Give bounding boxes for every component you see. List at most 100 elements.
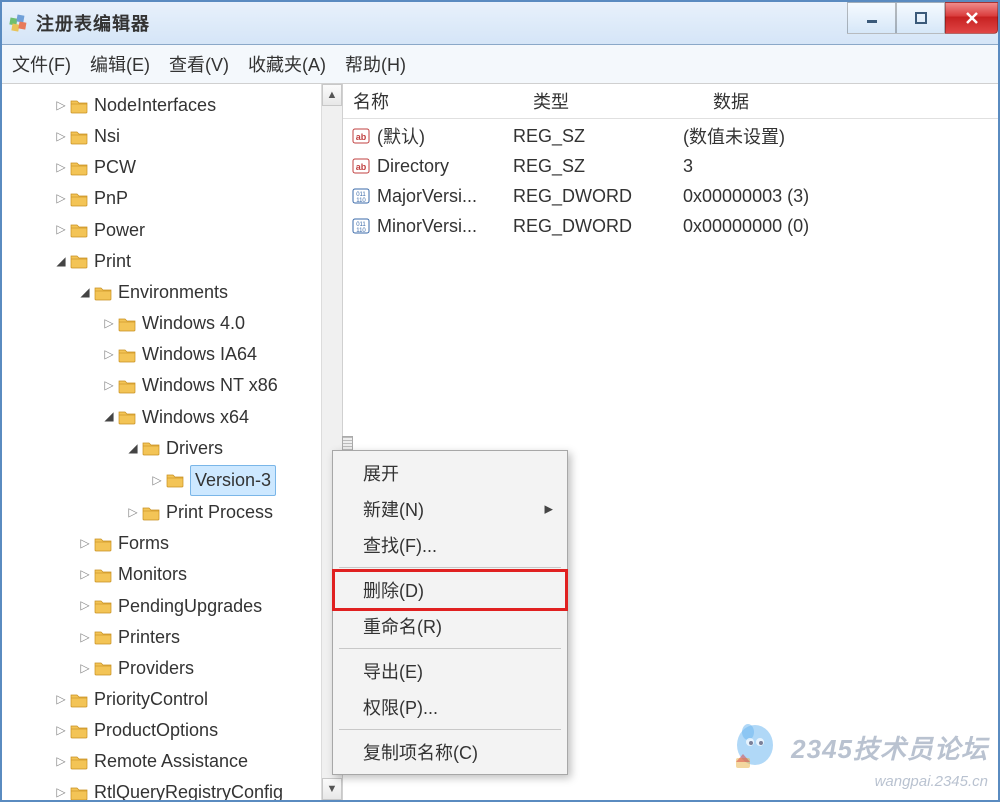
tree-pane[interactable]: ▷NodeInterfaces▷Nsi▷PCW▷PnP▷Power◢Print◢… — [2, 84, 343, 800]
tree-item-label: Monitors — [118, 560, 187, 589]
tree-item-label: Print — [94, 247, 131, 276]
expand-icon[interactable]: ▷ — [54, 158, 68, 177]
cm-copy-key-name[interactable]: 复制项名称(C) — [335, 734, 565, 770]
tree-item[interactable]: ◢Drivers — [6, 433, 342, 464]
maximize-button[interactable] — [896, 2, 945, 34]
value-row[interactable]: 011110MinorVersi...REG_DWORD0x00000000 (… — [343, 211, 998, 241]
tree-item-label: RtlQueryRegistryConfig — [94, 778, 283, 800]
cm-export[interactable]: 导出(E) — [335, 653, 565, 689]
tree-item[interactable]: ▷PnP — [6, 183, 342, 214]
tree-item[interactable]: ▷ Forms — [6, 528, 342, 559]
tree-item[interactable]: ▷Windows IA64 — [6, 339, 342, 370]
value-row[interactable]: ab(默认)REG_SZ(数值未设置) — [343, 121, 998, 151]
expand-icon[interactable]: ▷ — [54, 752, 68, 771]
tree-item[interactable]: ▷NodeInterfaces — [6, 90, 342, 121]
minimize-button[interactable] — [847, 2, 896, 34]
expand-icon[interactable]: ▷ — [126, 503, 140, 522]
list-header[interactable]: 名称 类型 数据 — [343, 84, 998, 119]
tree-item-label: Windows 4.0 — [142, 309, 245, 338]
tree-item-label: Power — [94, 216, 145, 245]
caption-buttons — [847, 2, 998, 38]
menu-file[interactable]: 文件(F) — [12, 55, 71, 75]
collapse-icon[interactable]: ◢ — [102, 407, 116, 426]
dword-value-icon: 011110 — [351, 186, 371, 206]
expand-icon[interactable]: ▷ — [102, 314, 116, 333]
tree-item[interactable]: ▷Windows NT x86 — [6, 370, 342, 401]
tree-item[interactable]: ▷ Print Process — [6, 497, 342, 528]
expand-icon[interactable]: ▷ — [78, 534, 92, 553]
col-data[interactable]: 数据 — [703, 88, 998, 114]
expand-icon[interactable]: ▷ — [54, 783, 68, 800]
tree-item[interactable]: ▷PriorityControl — [6, 684, 342, 715]
expand-icon[interactable]: ▷ — [54, 690, 68, 709]
tree-item[interactable]: ▷ Windows 4.0 — [6, 308, 342, 339]
cm-permissions[interactable]: 权限(P)... — [335, 689, 565, 725]
tree-item[interactable]: ▷Remote Assistance — [6, 746, 342, 777]
folder-icon — [70, 160, 88, 176]
menu-view[interactable]: 查看(V) — [169, 55, 229, 75]
tree-item[interactable]: ▷ PendingUpgrades — [6, 591, 342, 622]
value-data: 0x00000000 (0) — [683, 216, 998, 237]
expand-icon[interactable]: ▷ — [54, 721, 68, 740]
cm-find[interactable]: 查找(F)... — [335, 527, 565, 563]
dword-value-icon: 011110 — [351, 216, 371, 236]
expand-icon[interactable]: ▷ — [102, 376, 116, 395]
tree-item-label: Forms — [118, 529, 169, 558]
tree-item[interactable]: ◢ Print — [6, 246, 342, 277]
tree-item-label: Environments — [118, 278, 228, 307]
expand-icon[interactable]: ▷ — [102, 345, 116, 364]
registry-tree[interactable]: ▷NodeInterfaces▷Nsi▷PCW▷PnP▷Power◢Print◢… — [2, 84, 342, 800]
scroll-down-button[interactable]: ▼ — [322, 778, 342, 800]
cm-new[interactable]: 新建(N) ▶ — [335, 491, 565, 527]
tree-item[interactable]: ▷ Monitors — [6, 559, 342, 590]
cm-expand[interactable]: 展开 — [335, 455, 565, 491]
tree-item[interactable]: ▷ Providers — [6, 653, 342, 684]
folder-icon — [70, 253, 88, 269]
expand-icon[interactable]: ▷ — [78, 659, 92, 678]
value-name: Directory — [377, 156, 513, 177]
cm-delete[interactable]: 删除(D) — [335, 572, 565, 608]
tree-item[interactable]: ▷PCW — [6, 152, 342, 183]
expand-icon[interactable]: ▷ — [78, 628, 92, 647]
collapse-icon[interactable]: ◢ — [54, 252, 68, 271]
tree-item-label: Providers — [118, 654, 194, 683]
collapse-icon[interactable]: ◢ — [126, 439, 140, 458]
tree-item-label: PendingUpgrades — [118, 592, 262, 621]
value-row[interactable]: 011110MajorVersi...REG_DWORD0x00000003 (… — [343, 181, 998, 211]
expand-icon[interactable]: ▷ — [54, 189, 68, 208]
folder-icon — [70, 191, 88, 207]
folder-icon — [70, 754, 88, 770]
expand-icon[interactable]: ▷ — [54, 220, 68, 239]
list-rows[interactable]: ab(默认)REG_SZ(数值未设置)abDirectoryREG_SZ3 011… — [343, 119, 998, 241]
tree-item[interactable]: ▷Version-3 — [6, 464, 342, 497]
tree-item-label: Print Process — [166, 498, 273, 527]
tree-item[interactable]: ◢Windows x64 — [6, 402, 342, 433]
expand-icon[interactable]: ▷ — [78, 596, 92, 615]
tree-item[interactable]: ▷ Power — [6, 215, 342, 246]
tree-item[interactable]: ▷ RtlQueryRegistryConfig — [6, 777, 342, 800]
cm-rename[interactable]: 重命名(R) — [335, 608, 565, 644]
tree-item[interactable]: ▷Printers — [6, 622, 342, 653]
folder-icon — [94, 598, 112, 614]
value-row[interactable]: abDirectoryREG_SZ3 — [343, 151, 998, 181]
expand-icon[interactable]: ▷ — [54, 127, 68, 146]
tree-item[interactable]: ◢ Environments — [6, 277, 342, 308]
close-button[interactable] — [945, 2, 998, 34]
value-name: MajorVersi... — [377, 186, 513, 207]
scroll-up-button[interactable]: ▲ — [322, 84, 342, 106]
folder-icon — [94, 285, 112, 301]
menu-favorites[interactable]: 收藏夹(A) — [248, 55, 326, 75]
tree-item[interactable]: ▷ProductOptions — [6, 715, 342, 746]
menu-help[interactable]: 帮助(H) — [345, 55, 406, 75]
expand-icon[interactable]: ▷ — [54, 96, 68, 115]
titlebar[interactable]: 注册表编辑器 — [2, 2, 998, 45]
col-type[interactable]: 类型 — [523, 88, 703, 114]
expand-icon[interactable]: ▷ — [78, 565, 92, 584]
folder-icon — [70, 723, 88, 739]
value-type: REG_DWORD — [513, 186, 683, 207]
tree-item[interactable]: ▷Nsi — [6, 121, 342, 152]
expand-icon[interactable]: ▷ — [150, 471, 164, 490]
col-name[interactable]: 名称 — [343, 88, 523, 114]
collapse-icon[interactable]: ◢ — [78, 283, 92, 302]
menu-edit[interactable]: 编辑(E) — [90, 55, 150, 75]
